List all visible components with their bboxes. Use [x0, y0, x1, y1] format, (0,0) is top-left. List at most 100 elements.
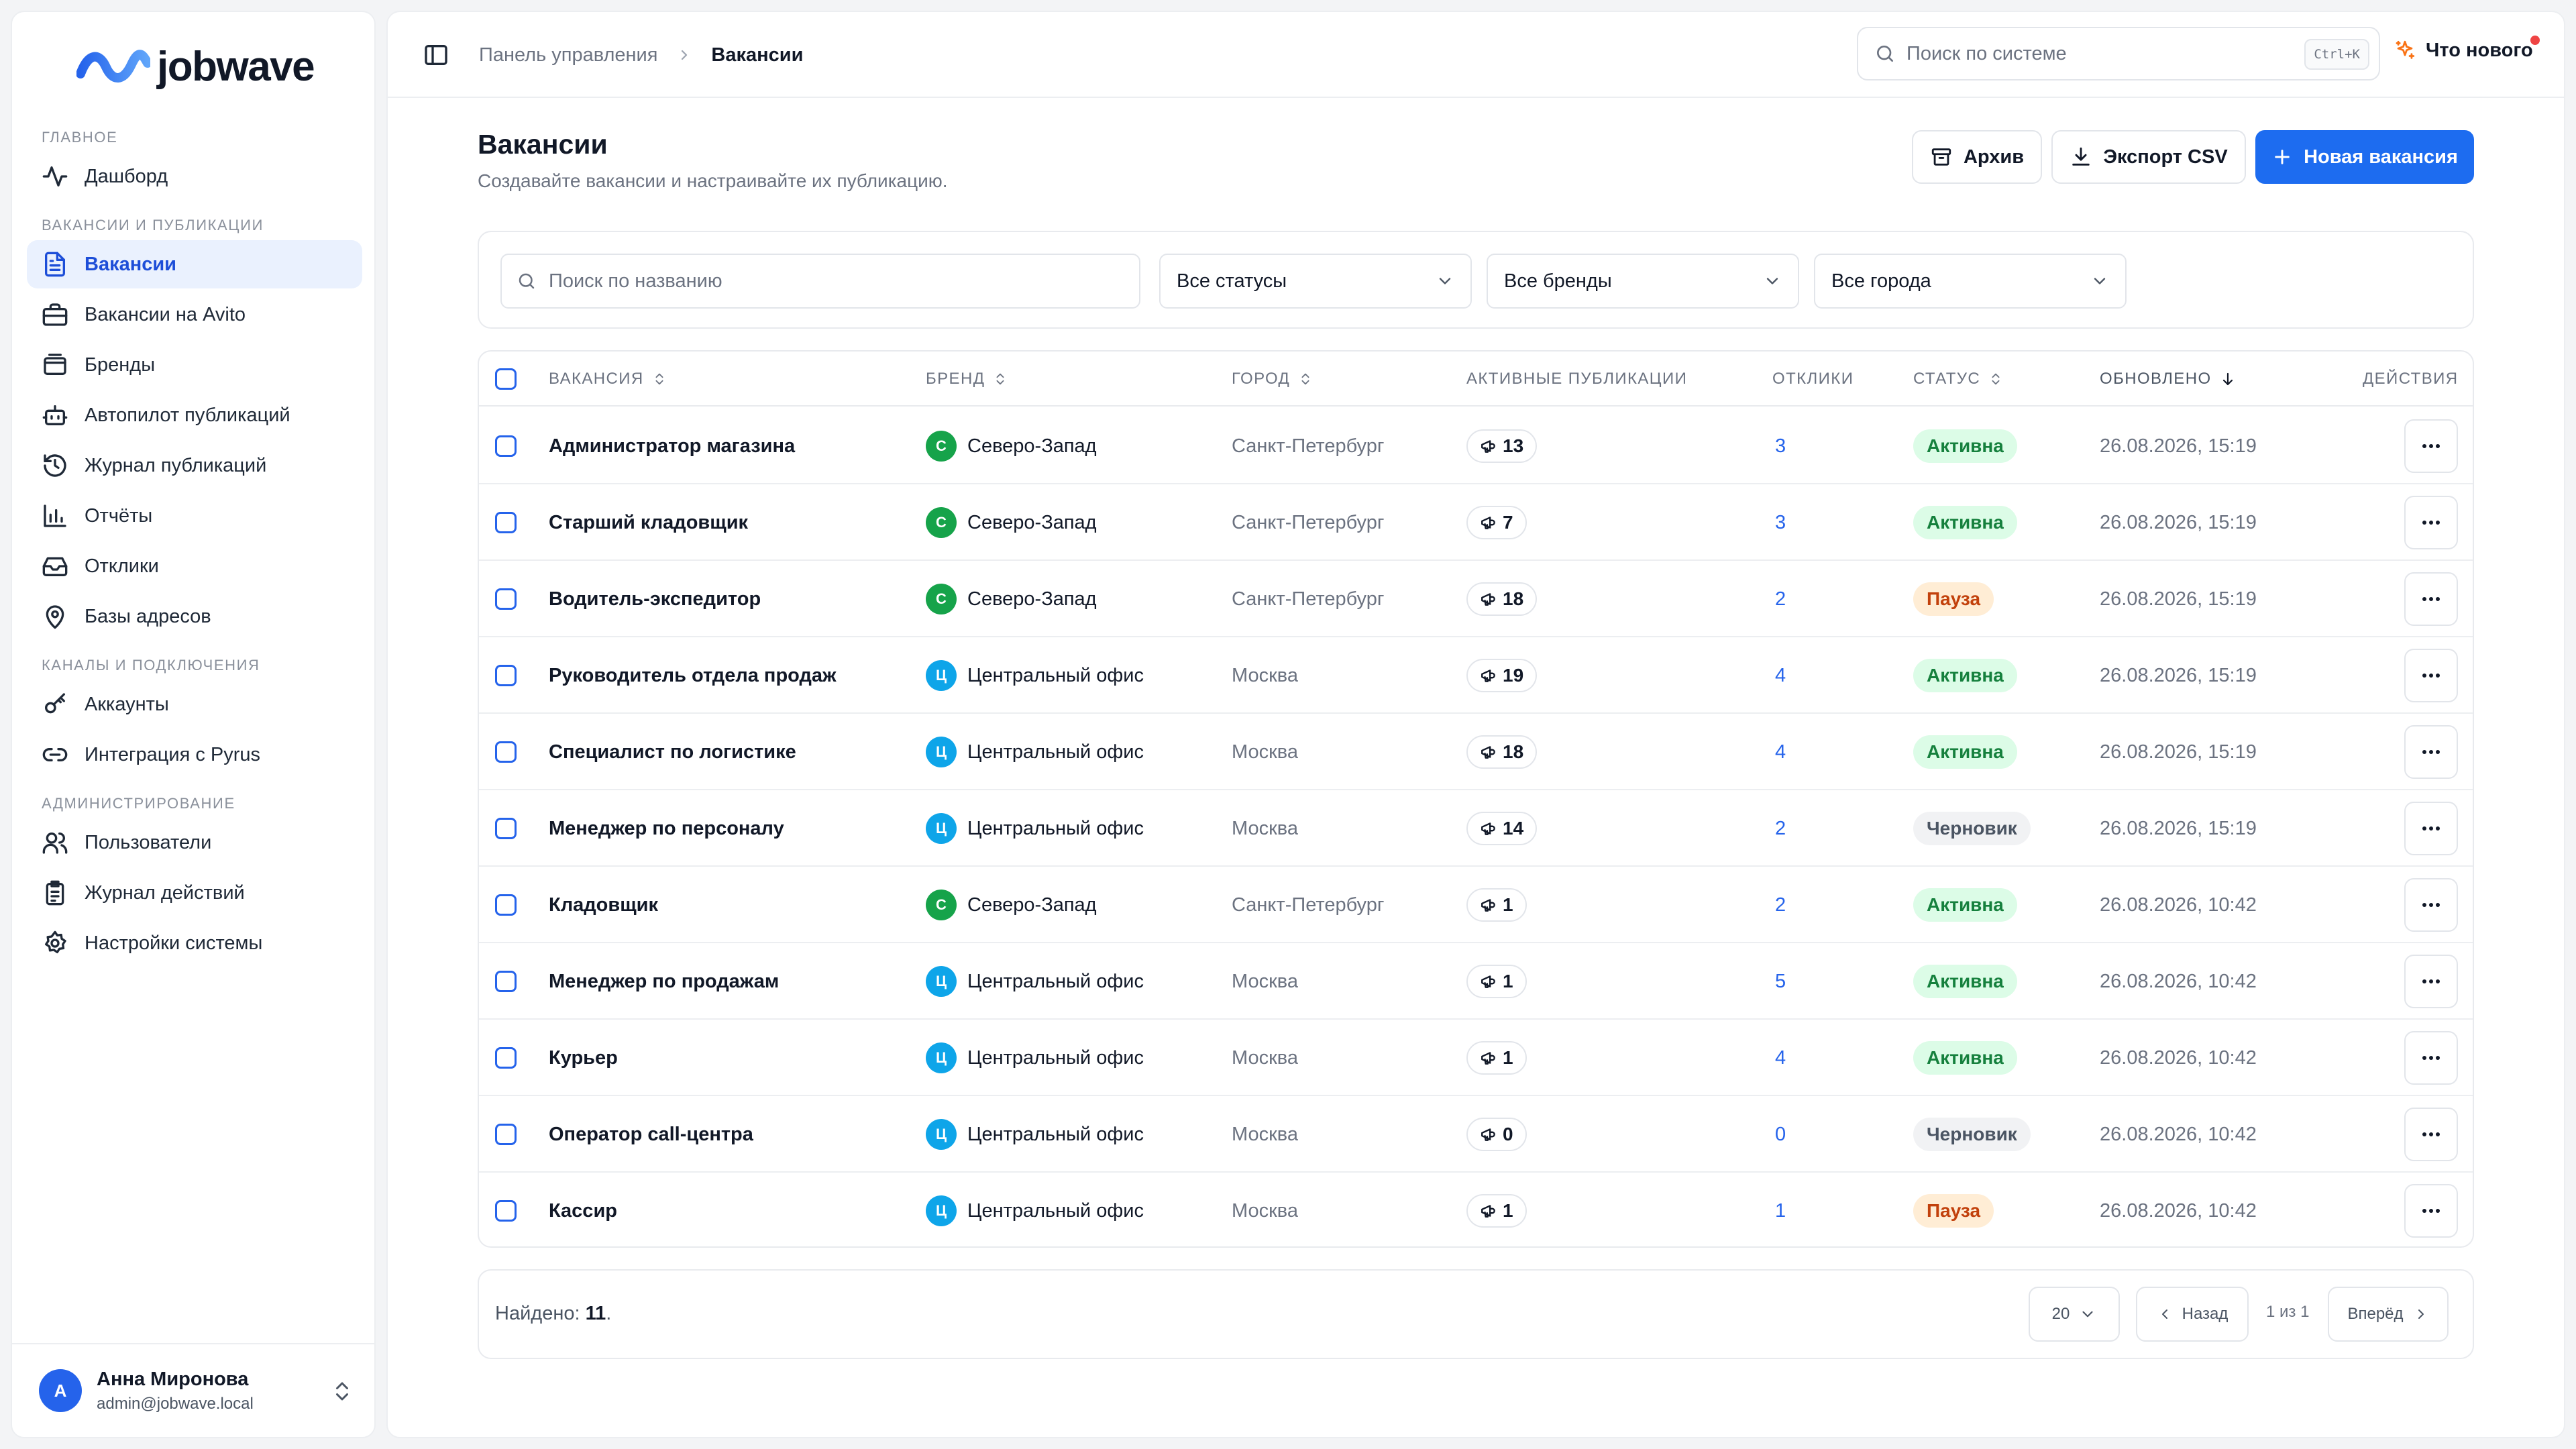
row-checkbox[interactable]	[495, 484, 517, 561]
row-checkbox[interactable]	[495, 943, 517, 1020]
whats-new-button[interactable]: Что нового	[2394, 35, 2540, 62]
publications-badge[interactable]: 1	[1466, 888, 1527, 922]
archive-button[interactable]: Архив	[1912, 130, 2042, 184]
prev-page-button[interactable]: Назад	[2136, 1287, 2249, 1342]
publications-badge[interactable]: 7	[1466, 506, 1527, 539]
column-status[interactable]: СТАТУС	[1913, 352, 2003, 407]
city-filter-select[interactable]: Все города	[1814, 254, 2127, 309]
publications-badge[interactable]: 18	[1466, 582, 1538, 616]
vacancy-name[interactable]: Руководитель отдела продаж	[549, 637, 837, 714]
vacancy-name[interactable]: Кладовщик	[549, 867, 658, 943]
page-size-select[interactable]: 20	[2029, 1287, 2120, 1342]
responses-count[interactable]: 2	[1775, 561, 1786, 637]
user-menu[interactable]: А Анна Миронова admin@jobwave.local	[12, 1343, 374, 1437]
table-row[interactable]: Кассир Ц Центральный офис Москва 1 1 Пауза 26.0…	[479, 1173, 2473, 1246]
publications-badge[interactable]: 1	[1466, 1041, 1527, 1075]
vacancy-name[interactable]: Старший кладовщик	[549, 484, 748, 561]
publications-badge[interactable]: 18	[1466, 735, 1538, 769]
new-vacancy-button[interactable]: Новая вакансия	[2255, 130, 2474, 184]
sidebar-toggle-icon[interactable]	[423, 42, 449, 68]
row-actions-button[interactable]	[2404, 1184, 2458, 1238]
row-actions-button[interactable]	[2404, 955, 2458, 1008]
row-checkbox[interactable]	[495, 714, 517, 790]
sidebar-item-vacancies[interactable]: Вакансии	[27, 240, 362, 288]
table-row[interactable]: Кладовщик С Северо-Запад Санкт-Петербург 1 2 А…	[479, 867, 2473, 943]
table-row[interactable]: Водитель-экспедитор С Северо-Запад Санкт-Пе…	[479, 561, 2473, 637]
responses-count[interactable]: 4	[1775, 714, 1786, 790]
table-row[interactable]: Курьер Ц Центральный офис Москва 1 4 Активна 26…	[479, 1020, 2473, 1096]
sidebar-item-brands[interactable]: Бренды	[27, 341, 362, 389]
responses-count[interactable]: 3	[1775, 484, 1786, 561]
row-checkbox[interactable]	[495, 867, 517, 943]
publications-badge[interactable]: 1	[1466, 1194, 1527, 1228]
row-actions-button[interactable]	[2404, 878, 2458, 932]
responses-count[interactable]: 5	[1775, 943, 1786, 1020]
sidebar-item-address-bases[interactable]: Базы адресов	[27, 592, 362, 641]
row-checkbox[interactable]	[495, 408, 517, 484]
vacancy-name[interactable]: Менеджер по продажам	[549, 943, 779, 1020]
logo[interactable]: jobwave	[76, 43, 315, 91]
row-actions-button[interactable]	[2404, 1031, 2458, 1085]
row-checkbox[interactable]	[495, 637, 517, 714]
publications-badge[interactable]: 13	[1466, 429, 1538, 463]
brand-filter-select[interactable]: Все бренды	[1487, 254, 1799, 309]
sidebar-item-responses[interactable]: Отклики	[27, 542, 362, 590]
sidebar-item-settings[interactable]: Настройки системы	[27, 919, 362, 967]
sidebar-item-accounts[interactable]: Аккаунты	[27, 680, 362, 729]
responses-count[interactable]: 2	[1775, 867, 1786, 943]
table-row[interactable]: Менеджер по продажам Ц Центральный офис Мос…	[479, 943, 2473, 1020]
sidebar-item-pyrus[interactable]: Интеграция с Pyrus	[27, 731, 362, 779]
row-checkbox[interactable]	[495, 1096, 517, 1173]
responses-count[interactable]: 4	[1775, 637, 1786, 714]
table-row[interactable]: Администратор магазина С Северо-Запад Санкт…	[479, 408, 2473, 484]
row-checkbox[interactable]	[495, 1173, 517, 1246]
status-filter-select[interactable]: Все статусы	[1159, 254, 1472, 309]
row-checkbox[interactable]	[495, 561, 517, 637]
row-actions-button[interactable]	[2404, 802, 2458, 855]
publications-badge[interactable]: 19	[1466, 659, 1538, 692]
responses-count[interactable]: 3	[1775, 408, 1786, 484]
vacancy-name[interactable]: Специалист по логистике	[549, 714, 796, 790]
row-actions-button[interactable]	[2404, 496, 2458, 549]
table-row[interactable]: Оператор call-центра Ц Центральный офис Мос…	[479, 1096, 2473, 1173]
vacancy-name[interactable]: Водитель-экспедитор	[549, 561, 761, 637]
row-checkbox[interactable]	[495, 1020, 517, 1096]
sidebar-item-users[interactable]: Пользователи	[27, 818, 362, 867]
vacancy-name[interactable]: Курьер	[549, 1020, 618, 1096]
row-actions-button[interactable]	[2404, 1108, 2458, 1161]
responses-count[interactable]: 4	[1775, 1020, 1786, 1096]
vacancy-name[interactable]: Менеджер по персоналу	[549, 790, 784, 867]
publications-badge[interactable]: 0	[1466, 1118, 1527, 1151]
next-page-button[interactable]: Вперёд	[2328, 1287, 2449, 1342]
sidebar-item-autopilot[interactable]: Автопилот публикаций	[27, 391, 362, 439]
sidebar-item-publication-log[interactable]: Журнал публикаций	[27, 441, 362, 490]
vacancy-name[interactable]: Оператор call-центра	[549, 1096, 753, 1173]
responses-count[interactable]: 0	[1775, 1096, 1786, 1173]
export-csv-button[interactable]: Экспорт CSV	[2051, 130, 2246, 184]
responses-count[interactable]: 2	[1775, 790, 1786, 867]
row-checkbox[interactable]	[495, 790, 517, 867]
row-actions-button[interactable]	[2404, 572, 2458, 626]
row-actions-button[interactable]	[2404, 725, 2458, 779]
table-row[interactable]: Менеджер по персоналу Ц Центральный офис Мо…	[479, 790, 2473, 867]
column-city[interactable]: ГОРОД	[1232, 352, 1313, 407]
sidebar-item-reports[interactable]: Отчёты	[27, 492, 362, 540]
vacancy-name[interactable]: Кассир	[549, 1173, 617, 1246]
table-row[interactable]: Специалист по логистике Ц Центральный офис…	[479, 714, 2473, 790]
table-row[interactable]: Руководитель отдела продаж Ц Центральный о…	[479, 637, 2473, 714]
sidebar-item-avito-vacancies[interactable]: Вакансии на Avito	[27, 290, 362, 339]
column-updated[interactable]: ОБНОВЛЕНО	[2100, 352, 2236, 407]
select-all-checkbox[interactable]	[495, 352, 517, 407]
table-row[interactable]: Старший кладовщик С Северо-Запад Санкт-Пете…	[479, 484, 2473, 561]
row-actions-button[interactable]	[2404, 649, 2458, 702]
vacancy-search-input[interactable]: Поиск по названию	[500, 254, 1140, 309]
sidebar-item-dashboard[interactable]: Дашборд	[27, 152, 362, 201]
publications-badge[interactable]: 1	[1466, 965, 1527, 998]
publications-badge[interactable]: 14	[1466, 812, 1538, 845]
vacancy-name[interactable]: Администратор магазина	[549, 408, 795, 484]
column-brand[interactable]: БРЕНД	[926, 352, 1008, 407]
responses-count[interactable]: 1	[1775, 1173, 1786, 1246]
sidebar-item-action-log[interactable]: Журнал действий	[27, 869, 362, 917]
column-vacancy[interactable]: ВАКАНСИЯ	[549, 352, 667, 407]
breadcrumb-dashboard[interactable]: Панель управления	[479, 44, 657, 66]
